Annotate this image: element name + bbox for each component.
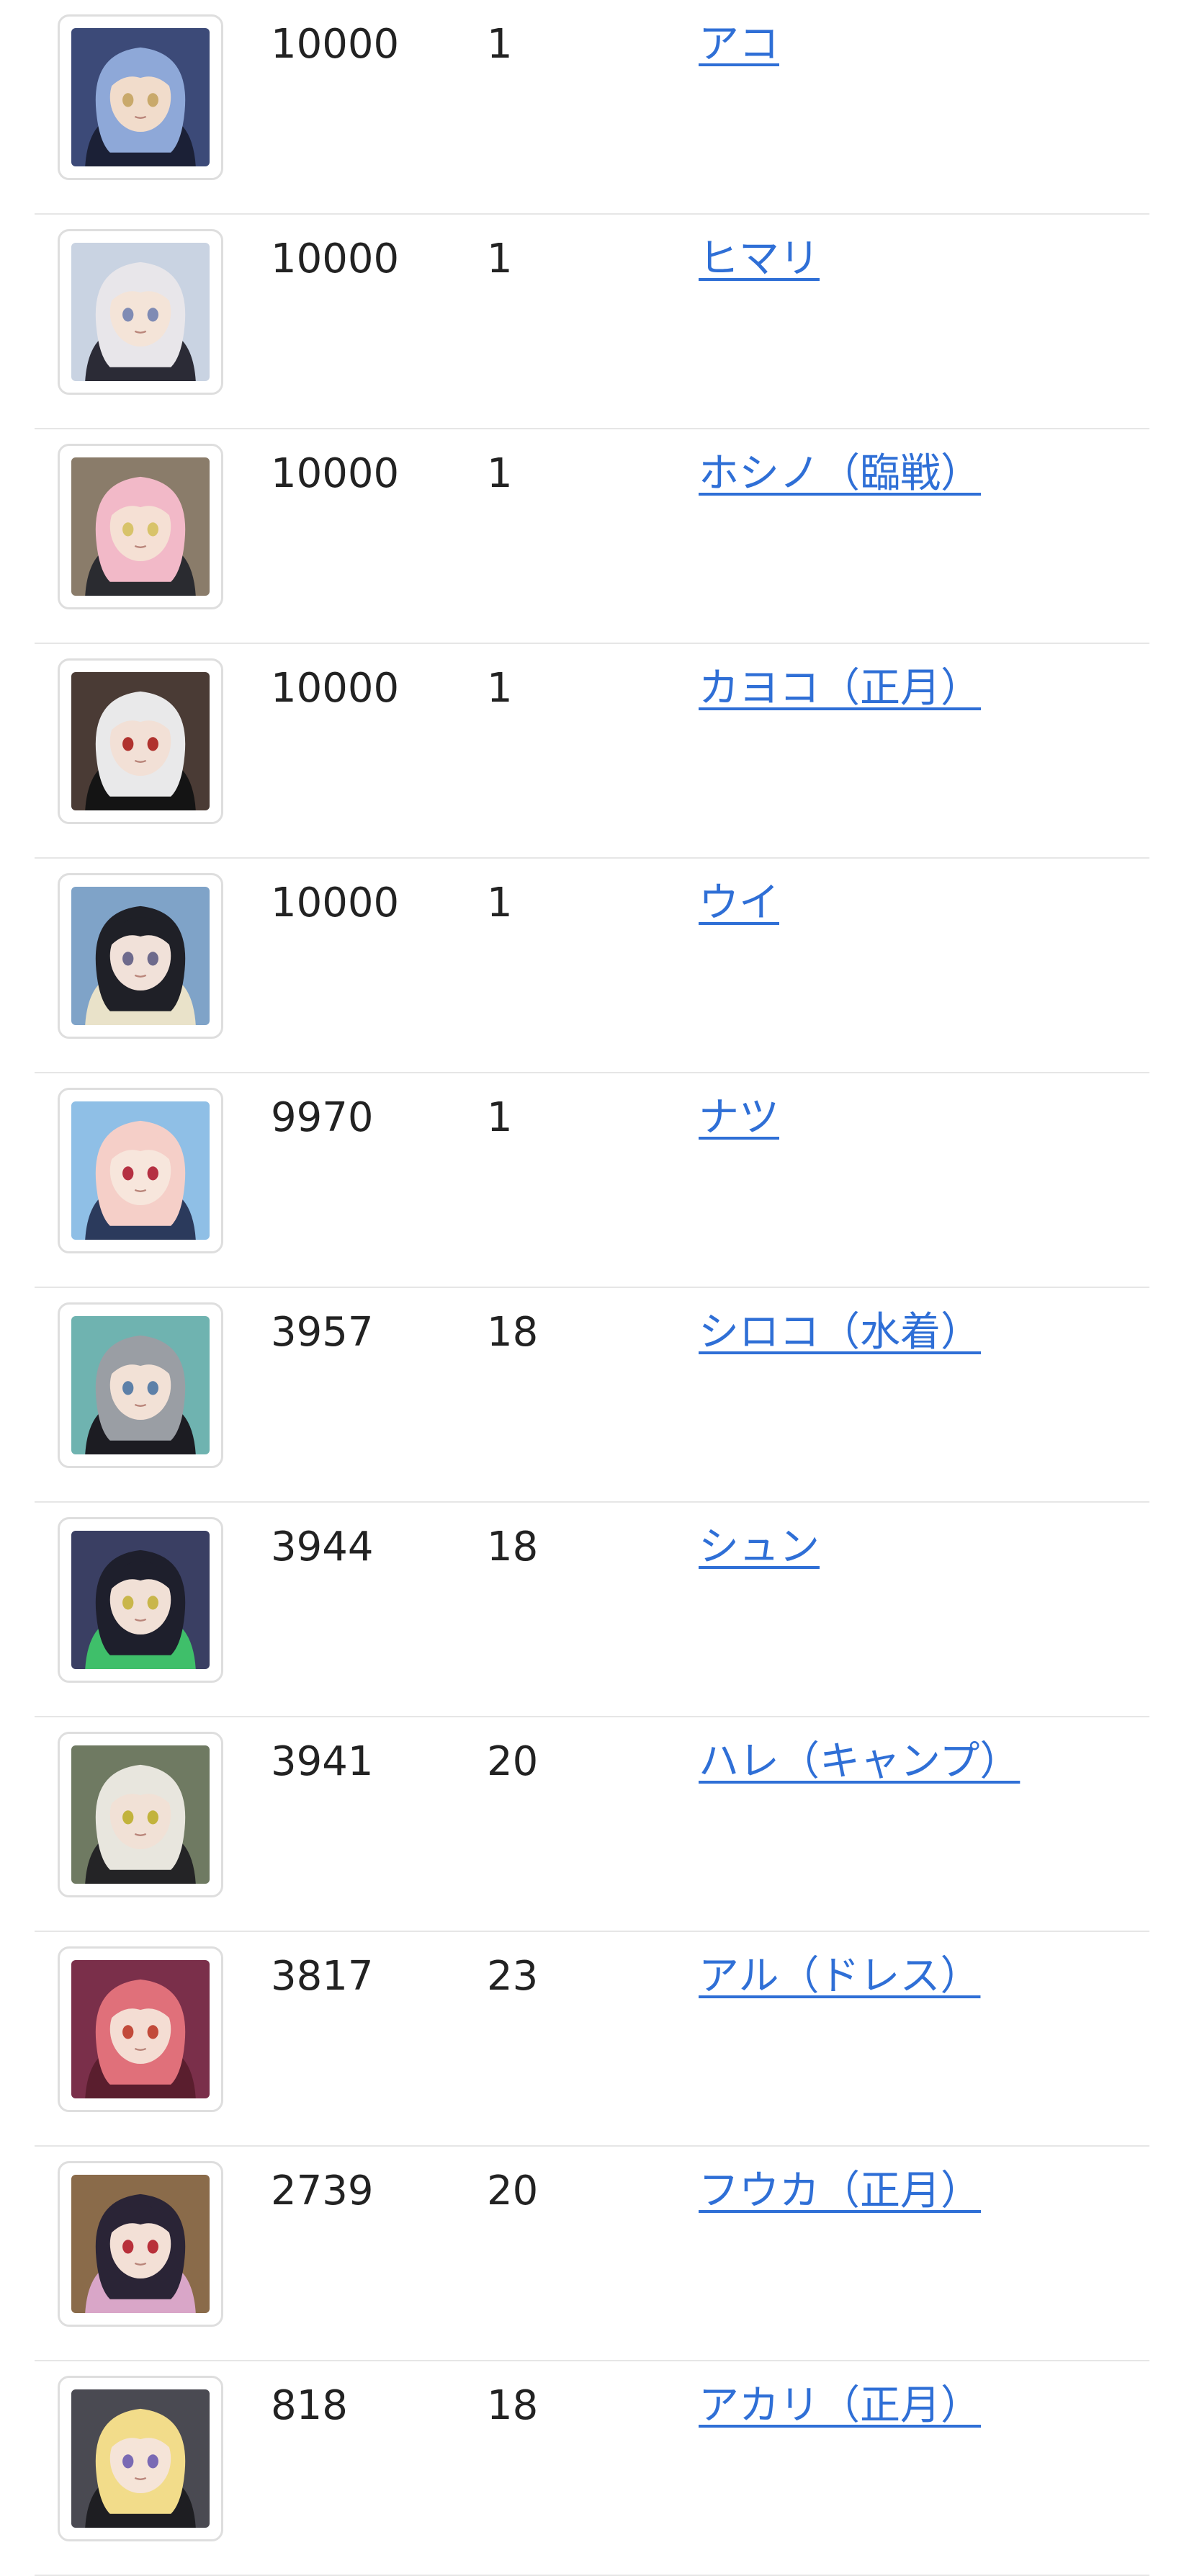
table-row: 3944 18 シュン	[35, 1503, 1149, 1717]
rank-value: 18	[487, 2382, 539, 2429]
score-value: 3957	[271, 1309, 374, 1356]
rank-value: 20	[487, 1738, 539, 1785]
character-thumbnail	[58, 1732, 223, 1897]
character-portrait-icon	[71, 1960, 210, 2098]
character-portrait-icon	[71, 2389, 210, 2528]
score-value: 10000	[271, 880, 400, 926]
character-portrait-icon	[71, 672, 210, 810]
score-value: 3944	[271, 1524, 374, 1570]
character-portrait-icon	[71, 887, 210, 1025]
table-row: 3941 20 ハレ（キャンプ）	[35, 1717, 1149, 1932]
character-name-link[interactable]: アコ	[699, 22, 779, 68]
table-row: 9970 1 ナツ	[35, 1073, 1149, 1288]
rank-value: 23	[487, 1953, 539, 2000]
character-name-link[interactable]: シロコ（水着）	[699, 1310, 981, 1356]
rank-value: 18	[487, 1309, 539, 1356]
character-thumbnail	[58, 444, 223, 609]
rank-value: 1	[487, 665, 513, 712]
character-portrait-icon	[71, 28, 210, 166]
character-portrait-icon	[71, 2175, 210, 2313]
character-portrait-icon	[71, 457, 210, 596]
rank-value: 20	[487, 2168, 539, 2214]
rank-value: 1	[487, 21, 513, 68]
character-portrait-icon	[71, 1531, 210, 1669]
table-row: 10000 1 アコ	[35, 0, 1149, 215]
character-name-link[interactable]: アカリ（正月）	[699, 2383, 981, 2429]
score-value: 2739	[271, 2168, 374, 2214]
character-name-link[interactable]: カヨコ（正月）	[699, 666, 981, 712]
ranking-table: 10000 1 アコ 10000 1 ヒマリ 10000 1 ホシノ（臨戦） 10000 1 カヨコ（…	[35, 0, 1149, 2576]
character-thumbnail	[58, 1088, 223, 1253]
table-row: 10000 1 ホシノ（臨戦）	[35, 429, 1149, 644]
table-row: 818 18 アカリ（正月）	[35, 2361, 1149, 2576]
character-thumbnail	[58, 2161, 223, 2327]
score-value: 10000	[271, 21, 400, 68]
score-value: 10000	[271, 665, 400, 712]
character-name-link[interactable]: ウイ	[699, 880, 779, 926]
table-row: 10000 1 ヒマリ	[35, 215, 1149, 429]
score-value: 9970	[271, 1094, 374, 1141]
character-name-link[interactable]: フウカ（正月）	[699, 2168, 981, 2214]
score-value: 3817	[271, 1953, 374, 2000]
character-name-link[interactable]: ナツ	[699, 1095, 779, 1141]
rank-value: 1	[487, 236, 513, 282]
score-value: 10000	[271, 236, 400, 282]
character-name-link[interactable]: ハレ（キャンプ）	[699, 1739, 1020, 1785]
character-thumbnail	[58, 1946, 223, 2112]
rank-value: 1	[487, 880, 513, 926]
score-value: 10000	[271, 450, 400, 497]
rank-value: 1	[487, 1094, 513, 1141]
character-name-link[interactable]: アル（ドレス）	[699, 1954, 980, 2000]
character-portrait-icon	[71, 243, 210, 381]
character-thumbnail	[58, 658, 223, 824]
character-thumbnail	[58, 1302, 223, 1468]
character-portrait-icon	[71, 1316, 210, 1454]
character-thumbnail	[58, 1517, 223, 1683]
character-thumbnail	[58, 2376, 223, 2541]
table-row: 2739 20 フウカ（正月）	[35, 2147, 1149, 2361]
score-value: 3941	[271, 1738, 374, 1785]
character-name-link[interactable]: ヒマリ	[699, 236, 820, 282]
character-portrait-icon	[71, 1745, 210, 1884]
character-name-link[interactable]: ホシノ（臨戦）	[699, 451, 981, 497]
character-portrait-icon	[71, 1101, 210, 1240]
table-row: 10000 1 ウイ	[35, 859, 1149, 1073]
character-thumbnail	[58, 229, 223, 395]
table-row: 10000 1 カヨコ（正月）	[35, 644, 1149, 859]
character-thumbnail	[58, 14, 223, 180]
table-row: 3817 23 アル（ドレス）	[35, 1932, 1149, 2147]
rank-value: 18	[487, 1524, 539, 1570]
score-value: 818	[271, 2382, 348, 2429]
character-name-link[interactable]: シュン	[699, 1524, 820, 1570]
table-row: 3957 18 シロコ（水着）	[35, 1288, 1149, 1503]
character-thumbnail	[58, 873, 223, 1039]
rank-value: 1	[487, 450, 513, 497]
